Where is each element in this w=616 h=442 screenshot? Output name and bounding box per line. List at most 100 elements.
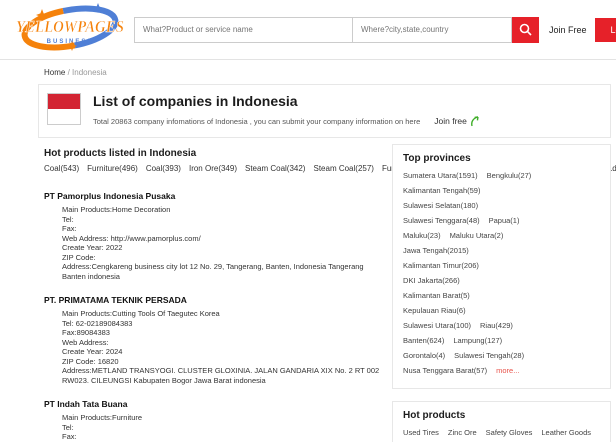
- search-button[interactable]: [512, 17, 539, 43]
- province-row: Sulawesi Selatan(180): [403, 198, 600, 213]
- logo-subtitle: BUSINESS: [47, 39, 94, 45]
- search-where-input[interactable]: [352, 17, 512, 43]
- company-name-link[interactable]: PT Indah Tata Buana: [44, 399, 127, 409]
- company-list: PT Pamorplus Indonesia Pusaka Main Produc…: [44, 186, 382, 442]
- company-item: PT. PRIMATAMA TEKNIK PERSADA Main Product…: [44, 290, 382, 385]
- breadcrumb-current: Indonesia: [72, 68, 107, 77]
- province-row: Kalimantan Tengah(59): [403, 183, 600, 198]
- yellowpages-logo[interactable]: YELLOWPAGES BUSINESS: [12, 1, 130, 58]
- company-detail-line: Create Year: 2022: [62, 243, 382, 253]
- company-name-link[interactable]: PT. PRIMATAMA TEKNIK PERSADA: [44, 295, 187, 305]
- province-link[interactable]: Bengkulu(27): [487, 171, 532, 180]
- hot-product-link[interactable]: Coal(543): [44, 164, 79, 173]
- company-detail-line: Tel:: [62, 215, 382, 225]
- company-details: Main Products:FurnitureTel:Fax:: [62, 413, 382, 442]
- sidebar-hot-products-box: Hot products Used Tires Zinc Ore Safety Gl…: [392, 401, 611, 442]
- log-in-button[interactable]: Log In: [595, 18, 616, 42]
- breadcrumb-home-link[interactable]: Home: [44, 68, 65, 77]
- province-row: Jawa Tengah(2015): [403, 243, 600, 258]
- company-detail-line: Fax:: [62, 432, 382, 442]
- hot-product-link[interactable]: Iron Ore(349): [189, 164, 237, 173]
- province-link[interactable]: DKI Jakarta(266): [403, 276, 460, 285]
- main-content: Hot products listed in Indonesia Coal(54…: [44, 144, 392, 442]
- breadcrumb: Home / Indonesia: [44, 68, 616, 77]
- sidebar-hot-product-link[interactable]: Leather Goods: [541, 428, 591, 437]
- search-icon: [519, 23, 532, 36]
- company-name-link[interactable]: PT Pamorplus Indonesia Pusaka: [44, 191, 175, 201]
- company-detail-line: Main Products:Cutting Tools Of Taegutec …: [62, 309, 382, 319]
- company-details: Main Products:Home DecorationTel:Fax:Web…: [62, 205, 382, 281]
- sidebar-hot-product-link[interactable]: Safety Gloves: [486, 428, 533, 437]
- province-link[interactable]: Kalimantan Tengah(59): [403, 186, 480, 195]
- province-link[interactable]: Kepulauan Riau(6): [403, 306, 466, 315]
- logo-wordmark: YELLOWPAGES: [16, 17, 124, 36]
- top-provinces-box: Top provinces Sumatera Utara(1591) Bengku…: [392, 144, 611, 389]
- province-link[interactable]: Papua(1): [489, 216, 520, 225]
- hot-product-link[interactable]: Furniture(496): [87, 164, 138, 173]
- province-row: Sumatera Utara(1591) Bengkulu(27): [403, 168, 600, 183]
- province-row: Banten(624) Lampung(127): [403, 333, 600, 348]
- sidebar-hot-product-link[interactable]: Used Tires: [403, 428, 439, 437]
- company-detail-line: ZIP Code:: [62, 253, 382, 263]
- sidebar-hot-product-link[interactable]: Zinc Ore: [448, 428, 477, 437]
- province-link[interactable]: Kalimantan Timur(206): [403, 261, 479, 270]
- yellowpages-logo-icon: YELLOWPAGES BUSINESS: [12, 1, 128, 53]
- province-row: Nusa Tenggara Barat(57) more...: [403, 363, 600, 378]
- sidebar: Top provinces Sumatera Utara(1591) Bengku…: [392, 144, 611, 442]
- company-detail-line: Fax:: [62, 224, 382, 234]
- province-row: Maluku(23) Maluku Utara(2): [403, 228, 600, 243]
- company-detail-line: Create Year: 2024: [62, 347, 382, 357]
- province-link[interactable]: Jawa Tengah(2015): [403, 246, 469, 255]
- province-row: Sulawesi Tenggara(48) Papua(1): [403, 213, 600, 228]
- province-link[interactable]: Banten(624): [403, 336, 444, 345]
- hot-product-link[interactable]: Coal(393): [146, 164, 181, 173]
- company-detail-line: Fax:89084383: [62, 328, 382, 338]
- indonesia-flag-icon: [47, 93, 81, 125]
- province-link[interactable]: Nusa Tenggara Barat(57): [403, 366, 487, 375]
- province-row: Kalimantan Timur(206): [403, 258, 600, 273]
- company-detail-line: ZIP Code: 16820: [62, 357, 382, 367]
- banner-join-free-link[interactable]: Join free: [434, 115, 481, 127]
- company-detail-line: Address:Cengkareng business city lot 12 …: [62, 262, 382, 281]
- province-link[interactable]: Sulawesi Tenggara(48): [403, 216, 480, 225]
- province-link[interactable]: Maluku(23): [403, 231, 441, 240]
- company-detail-line: Tel: 62-02189084383: [62, 319, 382, 329]
- company-detail-line: Web Address: http://www.pamorplus.com/: [62, 234, 382, 244]
- province-link[interactable]: Sulawesi Utara(100): [403, 321, 471, 330]
- province-row: Kalimantan Barat(5): [403, 288, 600, 303]
- province-row: DKI Jakarta(266): [403, 273, 600, 288]
- company-detail-line: Web Address:: [62, 338, 382, 348]
- province-row: Gorontalo(4) Sulawesi Tengah(28): [403, 348, 600, 363]
- top-provinces-title: Top provinces: [403, 153, 600, 164]
- sidebar-hot-products-title: Hot products: [403, 410, 600, 421]
- header: YELLOWPAGES BUSINESS Join Free Log In: [0, 0, 616, 60]
- search-what-input[interactable]: [134, 17, 352, 43]
- province-link[interactable]: Kalimantan Barat(5): [403, 291, 470, 300]
- company-item: PT Indah Tata Buana Main Products:Furnitu…: [44, 394, 382, 442]
- country-banner: List of companies in Indonesia Total 208…: [38, 84, 611, 138]
- province-row: Sulawesi Utara(100) Riau(429): [403, 318, 600, 333]
- province-link[interactable]: Sulawesi Tengah(28): [454, 351, 524, 360]
- page-title: List of companies in Indonesia: [93, 93, 600, 109]
- search-bar: [134, 17, 539, 43]
- province-link[interactable]: Sumatera Utara(1591): [403, 171, 478, 180]
- province-link[interactable]: Maluku Utara(2): [450, 231, 504, 240]
- province-link[interactable]: Lampung(127): [453, 336, 502, 345]
- join-free-link[interactable]: Join Free: [549, 25, 587, 35]
- province-link[interactable]: Sulawesi Selatan(180): [403, 201, 478, 210]
- sidebar-hot-products-list: Used Tires Zinc Ore Safety Gloves Leather G…: [403, 425, 600, 441]
- page-subtitle: Total 20863 company infomations of Indon…: [93, 117, 420, 126]
- province-link[interactable]: Riau(429): [480, 321, 513, 330]
- province-link[interactable]: Gorontalo(4): [403, 351, 445, 360]
- hot-product-link[interactable]: Steam Coal(342): [245, 164, 305, 173]
- join-free-arrow-icon: [470, 115, 481, 127]
- company-detail-line: Main Products:Furniture: [62, 413, 382, 423]
- company-detail-line: Main Products:Home Decoration: [62, 205, 382, 215]
- breadcrumb-separator: /: [68, 68, 70, 77]
- hot-products-main-title: Hot products listed in Indonesia: [44, 148, 382, 159]
- company-detail-line: Address:METLAND TRANSYOGI. CLUSTER GLOXI…: [62, 366, 382, 385]
- province-list: Sumatera Utara(1591) Bengkulu(27) Kalimant…: [403, 168, 600, 378]
- provinces-more-link[interactable]: more...: [496, 366, 519, 375]
- company-detail-line: Tel:: [62, 423, 382, 433]
- hot-product-link[interactable]: Steam Coal(257): [313, 164, 373, 173]
